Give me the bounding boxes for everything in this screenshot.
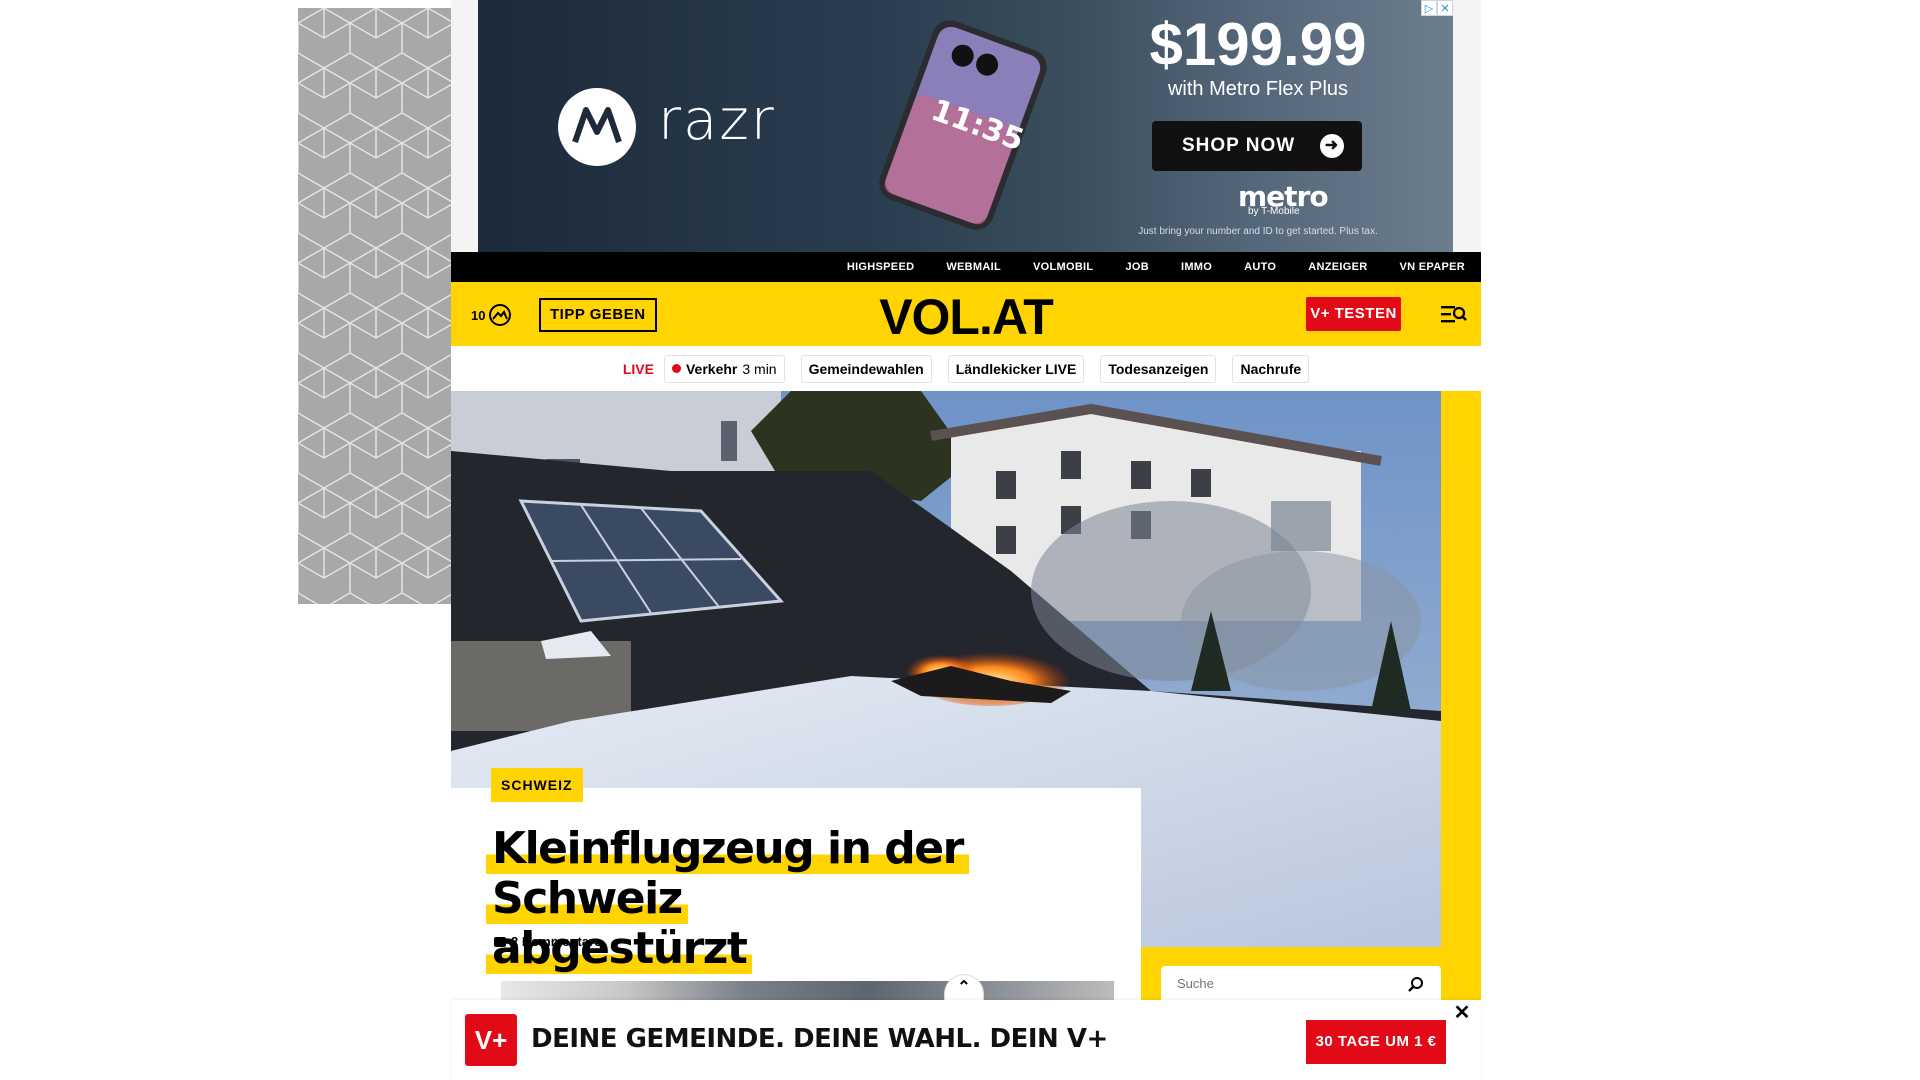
phone-image: 11:35 bbox=[873, 20, 1053, 230]
quicklink-verkehr[interactable]: Verkehr 3 min bbox=[663, 354, 785, 383]
adchoices-icon[interactable]: ▷ bbox=[1421, 0, 1437, 16]
arrow-right-icon: ➜ bbox=[1320, 134, 1344, 158]
search-input[interactable] bbox=[1177, 976, 1397, 991]
hero-section: SCHWEIZ Kleinflugzeug in der Schweiz abg… bbox=[451, 391, 1481, 1006]
utility-nav-item[interactable]: ANZEIGER bbox=[1308, 261, 1367, 273]
verkehr-meta: 3 min bbox=[742, 360, 777, 377]
sticky-promo-banner[interactable]: V+ DEINE GEMEINDE. DEINE WAHL. DEIN V+ 3… bbox=[451, 1000, 1481, 1080]
ad-choices[interactable]: ▷ ✕ bbox=[1421, 0, 1453, 16]
ad-fine-print: Just bring your number and ID to get sta… bbox=[1138, 226, 1378, 237]
utility-nav-item[interactable]: JOB bbox=[1125, 261, 1149, 273]
motorola-logo bbox=[558, 88, 636, 166]
utility-nav-item[interactable]: WEBMAIL bbox=[946, 261, 1001, 273]
quicklink-gemeindewahlen[interactable]: Gemeindewahlen bbox=[800, 354, 932, 383]
page: razr 11:35 $199.99 with Metro Flex Plus … bbox=[0, 0, 1920, 1080]
live-dot-icon bbox=[671, 364, 681, 373]
ad-close-icon[interactable]: ✕ bbox=[1437, 0, 1453, 16]
ad-price: $199.99 bbox=[1149, 11, 1367, 78]
vplus-testen-button[interactable]: V+ TESTEN bbox=[1306, 297, 1401, 331]
utility-nav-item[interactable]: IMMO bbox=[1181, 261, 1212, 273]
verkehr-label: Verkehr bbox=[685, 360, 738, 377]
headline-line-1: Kleinflugzeug in der Schweiz bbox=[486, 823, 969, 924]
comment-icon bbox=[494, 936, 506, 947]
quicklinks-bar: LIVE Verkehr 3 min Gemeindewahlen Ländle… bbox=[451, 346, 1481, 391]
side-skin-pattern bbox=[298, 8, 451, 604]
utility-nav-item[interactable]: VOLMOBIL bbox=[1033, 261, 1093, 273]
ad-cta-label: SHOP NOW bbox=[1182, 135, 1296, 156]
promo-text: DEINE GEMEINDE. DEINE WAHL. DEIN V+ bbox=[531, 1024, 1108, 1054]
menu-search-icon[interactable] bbox=[1441, 304, 1467, 324]
ad-shop-now-button[interactable]: SHOP NOW ➜ bbox=[1152, 121, 1362, 171]
quicklink-todesanzeigen[interactable]: Todesanzeigen bbox=[1100, 354, 1217, 383]
ad-brand-name: razr bbox=[658, 88, 776, 153]
vplus-logo: V+ bbox=[465, 1014, 517, 1066]
close-icon[interactable]: ✕ bbox=[1449, 1000, 1475, 1026]
top-ad-container: razr 11:35 $199.99 with Metro Flex Plus … bbox=[451, 0, 1481, 252]
ad-subline: with Metro Flex Plus bbox=[1167, 78, 1349, 100]
quicklink-laendlekicker[interactable]: Ländlekicker LIVE bbox=[947, 354, 1085, 383]
article-card[interactable]: SCHWEIZ Kleinflugzeug in der Schweiz abg… bbox=[451, 768, 1141, 1001]
article-category-badge[interactable]: SCHWEIZ bbox=[491, 768, 583, 802]
hexagon-pattern-icon bbox=[298, 8, 451, 604]
utility-nav: HIGHSPEED WEBMAIL VOLMOBIL JOB IMMO AUTO… bbox=[451, 252, 1481, 282]
comments-link[interactable]: 2 Kommentare bbox=[494, 934, 601, 949]
promo-cta-button[interactable]: 30 TAGE UM 1 € bbox=[1306, 1020, 1446, 1064]
comments-count: 2 Kommentare bbox=[511, 934, 602, 949]
utility-nav-item[interactable]: HIGHSPEED bbox=[847, 261, 915, 273]
utility-nav-item[interactable]: VN EPAPER bbox=[1400, 261, 1465, 273]
live-label: LIVE bbox=[622, 360, 654, 377]
ad-sponsor-by: by T-Mobile bbox=[1248, 206, 1300, 217]
top-ad-banner[interactable]: razr 11:35 $199.99 with Metro Flex Plus … bbox=[478, 0, 1453, 252]
quicklink-nachrufe[interactable]: Nachrufe bbox=[1232, 354, 1310, 383]
search-icon[interactable] bbox=[1407, 976, 1425, 994]
utility-nav-item[interactable]: AUTO bbox=[1244, 261, 1276, 273]
next-article-image[interactable] bbox=[501, 981, 1114, 1001]
article-headline[interactable]: Kleinflugzeug in der Schweiz abgestürzt bbox=[486, 823, 1086, 974]
site-header: 10 TIPP GEBEN VOL.AT V+ TESTEN bbox=[451, 282, 1481, 346]
